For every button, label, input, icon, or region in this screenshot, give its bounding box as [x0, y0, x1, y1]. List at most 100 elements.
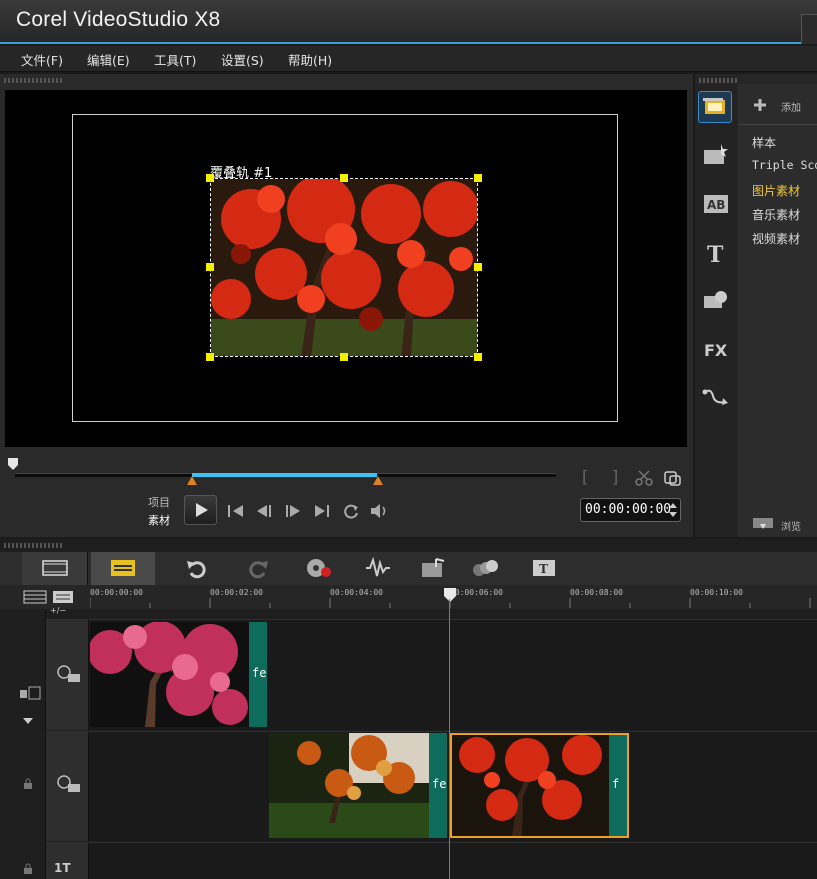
repeat-icon[interactable] — [340, 500, 362, 522]
storyboard-view-button[interactable] — [22, 552, 88, 585]
scissors-icon[interactable] — [634, 469, 654, 487]
track-controls — [0, 610, 46, 879]
resize-handle-l[interactable] — [206, 263, 214, 271]
mark-out-handle[interactable] — [373, 476, 383, 485]
menu-file[interactable]: 文件(F) — [21, 50, 63, 69]
title-icon[interactable]: T — [701, 240, 731, 266]
library-item-images[interactable]: 图片素材 — [752, 182, 800, 199]
menu-settings[interactable]: 设置(S) — [221, 50, 264, 69]
auto-music-icon[interactable] — [420, 557, 448, 579]
volume-icon[interactable] — [368, 500, 390, 522]
filmstrip-icon — [42, 560, 68, 576]
transition-ab-icon[interactable]: AB — [701, 191, 731, 217]
timeline-toolbar: T — [0, 552, 817, 585]
fx-filter-icon[interactable]: FX — [701, 336, 731, 362]
track-manager-icon[interactable] — [23, 590, 47, 604]
resize-handle-b[interactable] — [340, 353, 348, 361]
trim-range — [192, 473, 377, 477]
lock-icon[interactable] — [22, 863, 34, 875]
motion-tracking-icon[interactable] — [470, 557, 500, 579]
resize-handle-r[interactable] — [474, 263, 482, 271]
library-item-music[interactable]: 音乐素材 — [752, 206, 800, 223]
ripple-edit-icon[interactable] — [18, 686, 42, 700]
add-button-label[interactable]: 添加 — [781, 99, 801, 114]
panel-grip[interactable] — [699, 78, 739, 83]
clip-thumbnail — [452, 735, 609, 836]
library-item-samples[interactable]: 样本 — [752, 134, 776, 151]
ruler-label: 00:00:08:00 — [570, 588, 623, 597]
resize-handle-t[interactable] — [340, 174, 348, 182]
panel-grip[interactable] — [4, 78, 64, 83]
clip-tail: fe — [249, 622, 267, 727]
overlay-clip-1[interactable]: fe — [269, 733, 447, 838]
svg-text:AB: AB — [707, 198, 725, 212]
resize-handle-tr[interactable] — [474, 174, 482, 182]
overlay-clip-preview[interactable] — [210, 178, 478, 357]
browse-icon[interactable] — [752, 516, 776, 532]
mark-out-button[interactable]: ] — [612, 467, 618, 486]
video-clip[interactable]: fe — [90, 622, 267, 727]
library-category-bar: AB T FX — [695, 84, 737, 537]
sound-mixer-icon[interactable] — [364, 557, 392, 579]
mark-in-handle[interactable] — [187, 476, 197, 485]
undo-icon[interactable] — [185, 557, 209, 579]
chapter-icon[interactable] — [52, 590, 74, 604]
mode-project[interactable]: 项目 — [148, 494, 170, 510]
resize-handle-br[interactable] — [474, 353, 482, 361]
title-track-label[interactable]: 1T — [54, 861, 71, 875]
clip-thumbnail — [90, 622, 249, 727]
spinner-icon[interactable] — [668, 501, 678, 519]
graphic-icon[interactable] — [701, 287, 731, 313]
resize-handle-tl[interactable] — [206, 174, 214, 182]
zoom-control[interactable]: +/− — [50, 606, 66, 615]
video-track-icon[interactable] — [56, 664, 82, 684]
svg-text:FX: FX — [704, 341, 728, 360]
title-track[interactable] — [46, 842, 817, 879]
svg-text:T: T — [707, 242, 724, 266]
end-icon[interactable] — [311, 500, 333, 522]
app-title: Corel VideoStudio X8 — [16, 8, 221, 31]
menu-tools[interactable]: 工具(T) — [154, 50, 196, 69]
mode-clip[interactable]: 素材 — [148, 512, 170, 528]
ruler-label: 00:00:06:00 — [450, 588, 503, 597]
play-icon — [196, 503, 208, 517]
clip-thumbnail — [269, 733, 429, 838]
video-track-header — [46, 620, 89, 730]
mark-in-button[interactable]: [ — [582, 467, 588, 486]
timeline-view-button[interactable] — [91, 552, 155, 585]
menu-edit[interactable]: 编辑(E) — [87, 50, 130, 69]
menu-help[interactable]: 帮助(H) — [288, 50, 332, 69]
home-icon[interactable] — [225, 500, 247, 522]
redo-icon[interactable] — [246, 557, 270, 579]
media-tab[interactable] — [698, 91, 732, 123]
timecode-field[interactable]: 00:00:00:00 — [580, 498, 681, 522]
divider — [738, 124, 817, 125]
subtitle-editor-icon[interactable]: T — [531, 557, 557, 579]
previous-frame-icon[interactable] — [253, 500, 275, 522]
browse-button-label[interactable]: 浏览 — [781, 518, 801, 533]
path-motion-icon[interactable] — [701, 384, 731, 410]
overlay-clip-2-selected[interactable]: f — [450, 733, 629, 838]
lock-icon[interactable] — [22, 778, 34, 790]
enlarge-icon[interactable] — [663, 469, 683, 487]
instant-project-icon[interactable] — [701, 142, 731, 168]
record-capture-icon[interactable] — [305, 557, 333, 579]
clip-tail: f — [609, 735, 627, 836]
play-button[interactable] — [184, 495, 217, 525]
add-icon[interactable] — [752, 97, 768, 113]
next-frame-icon[interactable] — [282, 500, 304, 522]
library-item-triple-scoop[interactable]: Triple Sco — [752, 158, 817, 172]
ruler-label: 00:00:10:00 — [690, 588, 743, 597]
panel-grip[interactable] — [4, 543, 64, 548]
dropdown-arrow-icon[interactable] — [22, 716, 34, 726]
ruler-label: 00:00:04:00 — [330, 588, 383, 597]
overlay-track-icon[interactable] — [56, 774, 82, 794]
window-button[interactable] — [801, 14, 817, 44]
scrubber-handle-icon[interactable] — [8, 458, 18, 470]
library-item-video[interactable]: 视频素材 — [752, 230, 800, 247]
overlay-track-header — [46, 732, 89, 841]
timeline-needle — [449, 599, 450, 879]
timeline-playhead-icon[interactable] — [444, 588, 456, 602]
title-track-header: 1T — [46, 843, 89, 879]
resize-handle-bl[interactable] — [206, 353, 214, 361]
